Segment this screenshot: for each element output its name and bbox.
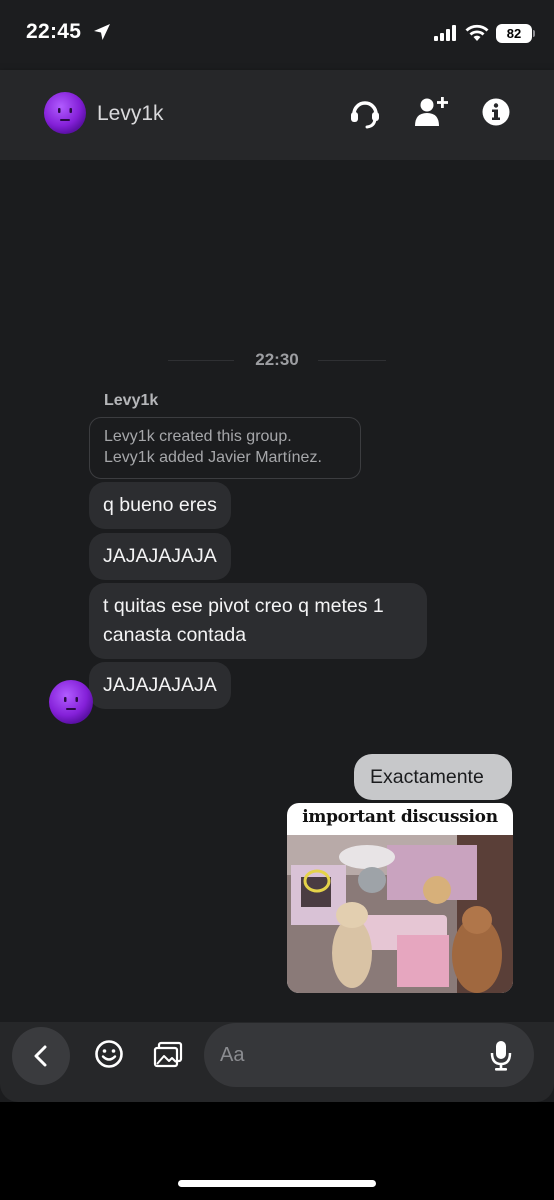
chat-title[interactable]: Levy1k [97, 102, 164, 126]
image-gallery-icon[interactable] [153, 1041, 183, 1069]
shared-meme-image[interactable]: important discussion [287, 803, 513, 993]
status-time: 22:45 [26, 20, 82, 43]
add-friend-icon[interactable] [413, 94, 451, 130]
back-button[interactable] [12, 1027, 70, 1085]
message-input-placeholder: Aa [220, 1044, 245, 1066]
chevron-left-icon [34, 1045, 47, 1067]
emoji-icon[interactable] [94, 1039, 124, 1069]
info-icon[interactable] [481, 97, 511, 127]
chat-header: Levy1k [0, 70, 554, 160]
system-message-added: Levy1k added Javier Martínez. [104, 449, 322, 466]
location-arrow-icon [94, 24, 110, 40]
outgoing-message[interactable]: Exactamente [354, 754, 512, 800]
battery-tip [533, 30, 535, 37]
incoming-message[interactable]: JAJAJAJAJA [89, 533, 231, 580]
message-input[interactable]: Aa [204, 1023, 534, 1087]
cats-table-picture [287, 835, 513, 993]
image-caption: important discussion [302, 807, 498, 827]
wifi-icon [465, 24, 489, 41]
message-composer: Aa [0, 1022, 554, 1102]
home-indicator[interactable] [178, 1180, 376, 1187]
message-list[interactable]: 22:30 Levy1k Levy1k created this group. … [0, 160, 554, 1022]
incoming-message[interactable]: JAJAJAJAJA [89, 662, 231, 709]
microphone-icon[interactable] [490, 1040, 512, 1072]
sender-avatar[interactable] [48, 679, 94, 725]
system-message-box: Levy1k created this group. Levy1k added … [89, 417, 361, 479]
sender-name: Levy1k [104, 392, 159, 409]
time-divider: 22:30 [255, 350, 299, 369]
group-avatar[interactable] [43, 91, 87, 135]
incoming-message[interactable]: t quitas ese pivot creo q metes 1 canast… [89, 583, 427, 659]
battery-icon: 82 [496, 24, 532, 43]
system-message-created: Levy1k created this group. [104, 428, 292, 445]
headset-icon[interactable] [348, 96, 382, 132]
status-bar: 22:45 82 [0, 0, 554, 70]
bottom-safe-area [0, 1102, 554, 1200]
cellular-signal-icon [434, 25, 456, 41]
incoming-message[interactable]: q bueno eres [89, 482, 231, 529]
